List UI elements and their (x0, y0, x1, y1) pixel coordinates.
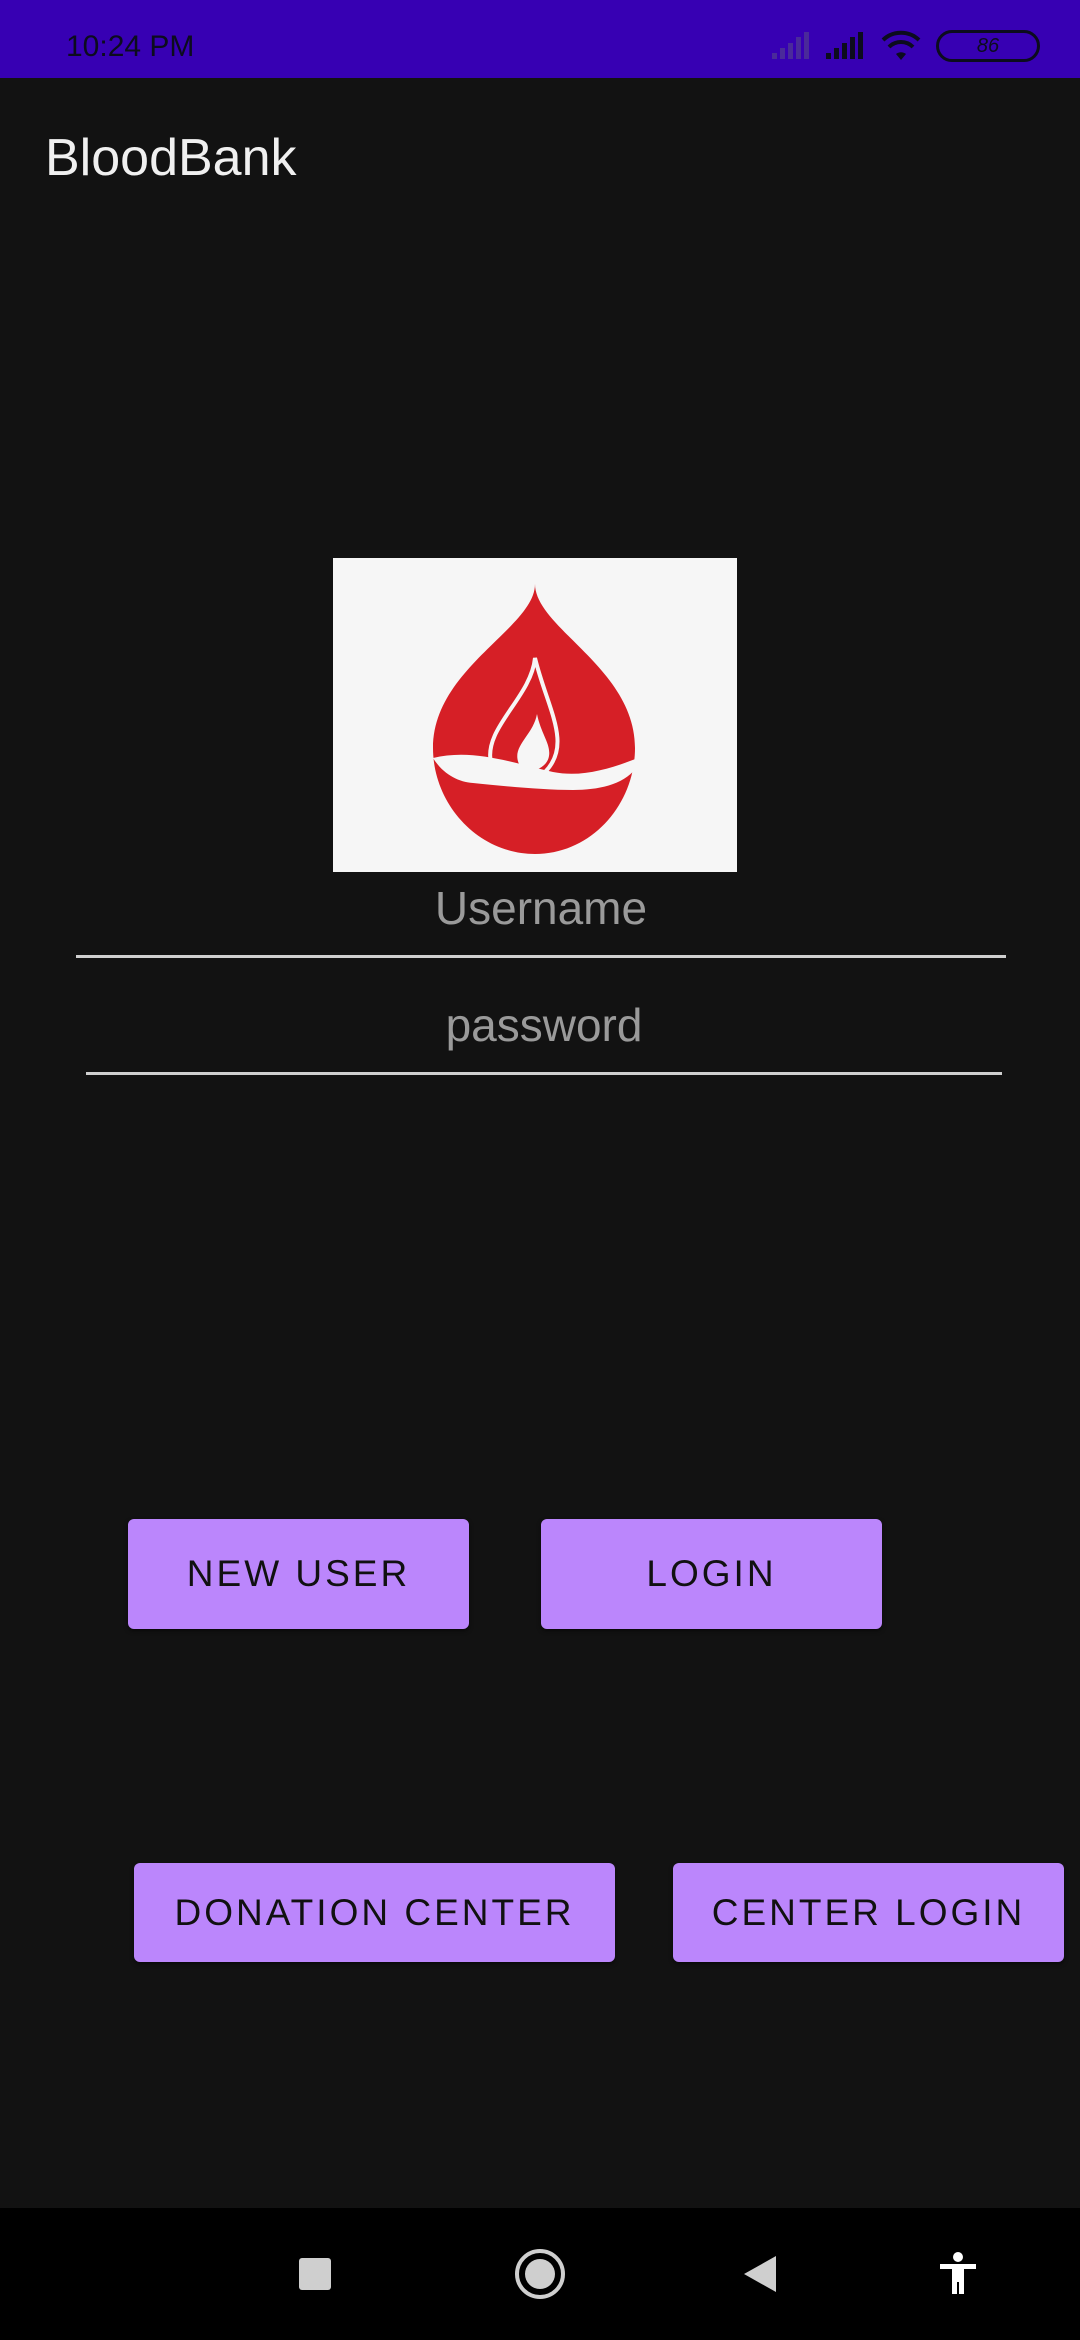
center-login-button[interactable]: CENTER LOGIN (673, 1863, 1064, 1962)
recents-square-icon[interactable] (280, 2208, 350, 2340)
signal-icon (826, 32, 863, 59)
back-triangle-icon[interactable] (725, 2208, 795, 2340)
status-icons: 86 (770, 28, 1040, 64)
username-field[interactable]: Username (76, 858, 1006, 958)
password-placeholder: password (445, 999, 643, 1051)
login-button[interactable]: LOGIN (541, 1519, 882, 1629)
battery-icon: 86 (936, 30, 1040, 62)
battery-level: 86 (976, 34, 1000, 57)
password-underline (86, 1072, 1002, 1075)
new-user-button[interactable]: NEW USER (128, 1519, 469, 1629)
password-field[interactable]: password (86, 975, 1002, 1075)
home-circle-icon[interactable] (505, 2208, 575, 2340)
signal-weak-icon (772, 32, 809, 59)
status-time: 10:24 PM (66, 30, 195, 63)
wifi-icon (881, 30, 921, 60)
navigation-bar (0, 2208, 1080, 2340)
app-logo (333, 558, 737, 872)
accessibility-icon[interactable] (923, 2208, 993, 2340)
username-placeholder: Username (434, 882, 648, 934)
username-underline (76, 955, 1006, 958)
app-title: BloodBank (45, 129, 297, 187)
donation-center-button[interactable]: DONATION CENTER (134, 1863, 615, 1962)
blood-drop-hand-icon (433, 584, 643, 854)
status-bar: 10:24 PM 86 (0, 0, 1080, 78)
